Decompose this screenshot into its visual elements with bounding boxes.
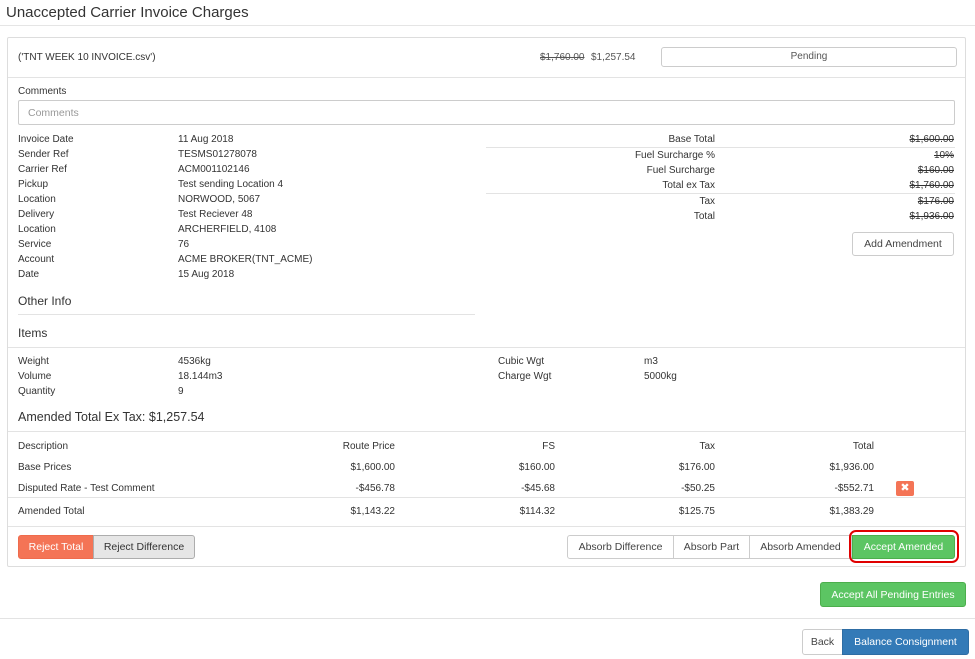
totals-value: $176.00 [917, 196, 954, 207]
totals-label: Total ex Tax [662, 180, 715, 191]
reject-difference-button[interactable]: Reject Difference [93, 535, 195, 559]
detail-label: Account [18, 254, 55, 265]
detail-label: Delivery [18, 209, 55, 220]
totals-value: $160.00 [917, 165, 954, 176]
volume-value: 18.144m3 [178, 371, 223, 382]
cubic-weight-value: m3 [644, 356, 658, 367]
detail-value: Test sending Location 4 [178, 179, 284, 190]
table-cell: $125.75 [678, 506, 715, 517]
items-divider [8, 347, 965, 348]
totals-divider [486, 147, 955, 148]
table-cell: -$45.68 [521, 483, 555, 494]
table-cell: -$552.71 [834, 483, 874, 494]
detail-label: Location [18, 194, 56, 205]
column-header: Total [852, 441, 874, 452]
totals-value: 10% [933, 150, 954, 161]
totals-label: Fuel Surcharge % [634, 150, 715, 161]
charge-weight-label: Charge Wgt [498, 371, 552, 382]
table-footer-divider [8, 497, 965, 498]
table-cell: $1,936.00 [829, 462, 875, 473]
invoice-file-name: ('TNT WEEK 10 INVOICE.csv') [18, 52, 156, 63]
comments-label: Comments [18, 86, 67, 97]
status-badge: Pending [661, 47, 957, 67]
original-total: $1,760.00 [540, 52, 585, 63]
detail-label: Service [18, 239, 52, 250]
totals-label: Tax [699, 196, 715, 207]
reject-total-button[interactable]: Reject Total [18, 535, 94, 559]
totals-value: $1,600.00 [909, 134, 955, 145]
close-icon[interactable]: ✖ [896, 481, 914, 496]
table-cell: $1,143.22 [350, 506, 396, 517]
footer-divider [0, 618, 975, 619]
detail-value: TESMS01278078 [178, 149, 257, 160]
quantity-value: 9 [178, 386, 184, 397]
detail-value: ACME BROKER(TNT_ACME) [178, 254, 313, 265]
detail-value: 76 [178, 239, 190, 250]
detail-value: 15 Aug 2018 [178, 269, 235, 280]
detail-value: ARCHERFIELD, 4108 [178, 224, 277, 235]
quantity-label: Quantity [18, 386, 56, 397]
weight-label: Weight [18, 356, 49, 367]
totals-label: Fuel Surcharge [646, 165, 715, 176]
table-cell: $160.00 [518, 462, 555, 473]
other-info-heading: Other Info [18, 294, 72, 308]
weight-value: 4536kg [178, 356, 211, 367]
detail-value: NORWOOD, 5067 [178, 194, 261, 205]
table-top-divider [8, 431, 965, 432]
totals-divider [486, 193, 955, 194]
title-divider [0, 25, 975, 26]
back-button[interactable]: Back [802, 629, 843, 655]
totals-value: $1,760.00 [909, 180, 955, 191]
absorb-difference-button[interactable]: Absorb Difference [567, 535, 674, 559]
totals-label: Base Total [668, 134, 715, 145]
table-cell: $114.32 [519, 506, 555, 517]
header-divider [8, 77, 965, 78]
comments-input[interactable] [18, 100, 955, 125]
totals-value: $1,936.00 [909, 211, 955, 222]
items-heading: Items [18, 326, 48, 340]
detail-label: Invoice Date [18, 134, 74, 145]
absorb-amended-button[interactable]: Absorb Amended [749, 535, 852, 559]
detail-value: ACM001102146 [178, 164, 250, 175]
column-header: Description [18, 441, 69, 452]
page-title: Unaccepted Carrier Invoice Charges [6, 4, 249, 21]
table-cell: Base Prices [18, 462, 72, 473]
detail-label: Carrier Ref [18, 164, 67, 175]
detail-label: Pickup [18, 179, 49, 190]
amended-total: $1,257.54 [591, 52, 636, 63]
detail-label: Sender Ref [18, 149, 69, 160]
actions-divider [8, 526, 965, 527]
volume-label: Volume [18, 371, 52, 382]
absorb-part-button[interactable]: Absorb Part [673, 535, 750, 559]
column-header: Tax [699, 441, 715, 452]
charge-weight-value: 5000kg [644, 371, 677, 382]
table-cell: Disputed Rate - Test Comment [18, 483, 155, 494]
detail-value: 11 Aug 2018 [178, 134, 234, 145]
add-amendment-button[interactable]: Add Amendment [852, 232, 954, 256]
detail-label: Date [18, 269, 40, 280]
table-cell: $1,600.00 [350, 462, 396, 473]
column-header: FS [542, 441, 555, 452]
totals-label: Total [693, 211, 715, 222]
accept-all-pending-button[interactable]: Accept All Pending Entries [820, 582, 966, 607]
table-cell: $1,383.29 [829, 506, 875, 517]
table-cell: $176.00 [678, 462, 715, 473]
column-header: Route Price [342, 441, 395, 452]
amended-total-heading: Amended Total Ex Tax: $1,257.54 [18, 410, 205, 424]
highlight-ring [849, 530, 959, 563]
table-cell: -$50.25 [681, 483, 715, 494]
balance-consignment-button[interactable]: Balance Consignment [842, 629, 969, 655]
cubic-weight-label: Cubic Wgt [498, 356, 545, 367]
table-cell: Amended Total [18, 506, 85, 517]
detail-value: Test Reciever 48 [178, 209, 253, 220]
other-info-divider [18, 314, 475, 315]
table-cell: -$456.78 [355, 483, 395, 494]
detail-label: Location [18, 224, 56, 235]
